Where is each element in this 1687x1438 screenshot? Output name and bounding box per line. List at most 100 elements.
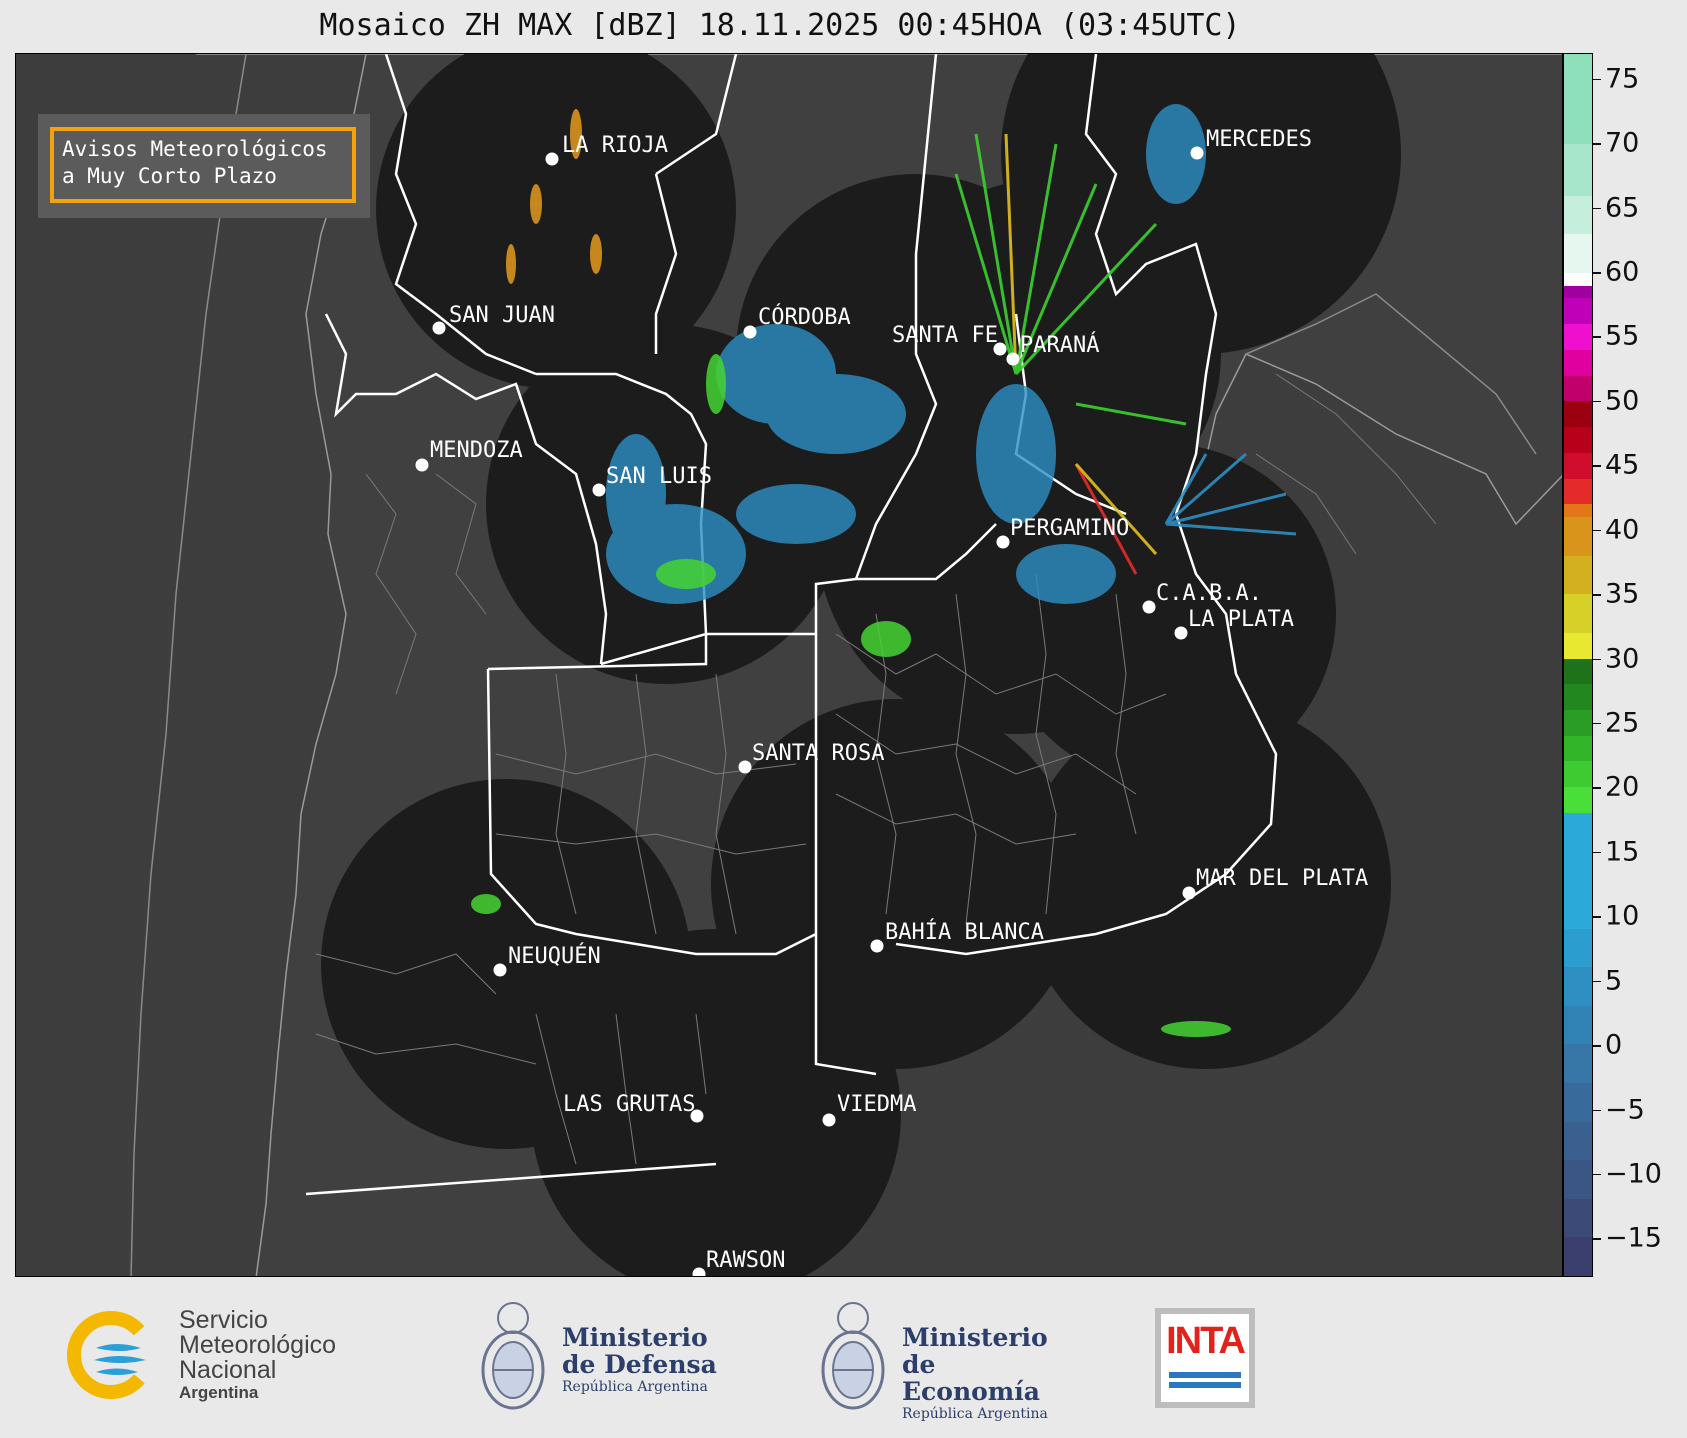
colorbar-segment xyxy=(1564,928,1592,968)
colorbar-segment xyxy=(1564,761,1592,788)
colorbar xyxy=(1563,53,1593,1277)
city-rawson: RAWSON xyxy=(692,1248,785,1276)
colorbar-segment xyxy=(1564,272,1592,286)
smn-line-3: Nacional xyxy=(179,1356,277,1384)
colorbar-segment xyxy=(1564,54,1592,145)
colorbar-segment xyxy=(1564,1237,1592,1276)
colorbar-tick xyxy=(1593,658,1601,661)
colorbar-segment xyxy=(1564,1160,1592,1199)
svg-text:CÓRDOBA: CÓRDOBA xyxy=(758,304,851,330)
colorbar-tick-label: 50 xyxy=(1605,385,1640,417)
colorbar-tick xyxy=(1593,1109,1601,1111)
colorbar-segment xyxy=(1564,658,1592,685)
colorbar-segment xyxy=(1564,632,1592,659)
notice-box: Avisos Meteorológicos a Muy Corto Plazo xyxy=(38,114,370,218)
colorbar-tick-label: 10 xyxy=(1605,900,1640,932)
colorbar-tick-label: −5 xyxy=(1605,1094,1645,1125)
smn-emblem-icon xyxy=(67,1311,155,1399)
colorbar-segment xyxy=(1564,594,1592,633)
economia-line-2: de Economía xyxy=(902,1350,1040,1406)
defensa-line-2: de Defensa xyxy=(562,1350,717,1379)
colorbar-tick-label: 70 xyxy=(1605,127,1640,159)
radar-map-canvas[interactable]: LA RIOJA SAN JUAN CÓRDOBA SANTA FE PARAN… xyxy=(16,54,1563,1277)
colorbar-tick xyxy=(1593,207,1601,210)
colorbar-tick xyxy=(1593,78,1601,81)
colorbar-tick xyxy=(1593,143,1601,145)
colorbar-tick xyxy=(1593,465,1601,467)
colorbar-tick-label: 35 xyxy=(1605,578,1640,610)
colorbar-tick-label: 60 xyxy=(1605,256,1640,288)
map-title: Mosaico ZH MAX [dBZ] 18.11.2025 00:45HOA… xyxy=(319,8,1241,43)
colorbar-tick-label: 25 xyxy=(1605,707,1640,739)
svg-text:SAN LUIS: SAN LUIS xyxy=(606,464,712,489)
colorbar-tick xyxy=(1593,272,1601,274)
colorbar-tick-label: −15 xyxy=(1605,1222,1662,1254)
notice-line-2: a Muy Corto Plazo xyxy=(62,164,277,188)
notice-line-1: Avisos Meteorológicos xyxy=(62,137,328,161)
colorbar-segment xyxy=(1564,478,1592,505)
svg-text:MAR DEL PLATA: MAR DEL PLATA xyxy=(1196,866,1368,891)
inta-label: INTA xyxy=(1166,1320,1246,1362)
svg-text:SAN JUAN: SAN JUAN xyxy=(449,303,555,328)
svg-text:RAWSON: RAWSON xyxy=(706,1248,785,1273)
notice-label: Avisos Meteorológicos a Muy Corto Plazo xyxy=(50,127,356,203)
colorbar-tick xyxy=(1593,400,1601,403)
colorbar-segment xyxy=(1564,1121,1592,1161)
colorbar-tick xyxy=(1593,529,1601,532)
economia-logo: Ministerio de Economía República Argenti… xyxy=(820,1298,1080,1422)
colorbar-tick xyxy=(1593,916,1601,918)
colorbar-tick xyxy=(1593,336,1601,338)
svg-text:LA RIOJA: LA RIOJA xyxy=(562,133,668,158)
defensa-logo: Ministerio de Defensa República Argentin… xyxy=(480,1298,740,1418)
colorbar-tick-label: 75 xyxy=(1605,63,1640,95)
svg-text:LAS GRUTAS: LAS GRUTAS xyxy=(563,1092,695,1117)
colorbar-tick-label: 0 xyxy=(1605,1029,1623,1061)
colorbar-segment xyxy=(1564,1044,1592,1084)
inta-logo: INTA xyxy=(1155,1308,1255,1408)
colorbar-segment xyxy=(1564,375,1592,402)
colorbar-segment xyxy=(1564,195,1592,235)
colorbar-tick-label: 5 xyxy=(1605,965,1623,997)
svg-text:PERGAMINO: PERGAMINO xyxy=(1010,516,1129,541)
colorbar-segment xyxy=(1564,967,1592,1006)
colorbar-tick-label: −10 xyxy=(1605,1158,1662,1190)
colorbar-segment xyxy=(1564,427,1592,453)
colorbar-tick xyxy=(1593,787,1601,789)
colorbar-segment xyxy=(1564,555,1592,595)
colorbar-segment xyxy=(1564,787,1592,813)
colorbar-segment xyxy=(1564,401,1592,428)
colorbar-tick xyxy=(1593,1238,1601,1240)
svg-text:VIEDMA: VIEDMA xyxy=(837,1092,916,1117)
footer-logos: Servicio Meteorológico Nacional Argentin… xyxy=(0,1280,1687,1438)
coat-of-arms-icon xyxy=(481,1302,545,1410)
colorbar-segment xyxy=(1564,144,1592,196)
smn-line-1: Servicio xyxy=(179,1306,268,1334)
radar-map[interactable]: LA RIOJA SAN JUAN CÓRDOBA SANTA FE PARAN… xyxy=(15,53,1563,1277)
colorbar-tick xyxy=(1593,851,1601,854)
colorbar-tick xyxy=(1593,594,1601,596)
colorbar-segment xyxy=(1564,812,1592,929)
svg-text:BAHÍA BLANCA: BAHÍA BLANCA xyxy=(885,919,1044,945)
colorbar-tick-label: 20 xyxy=(1605,771,1640,803)
colorbar-segment xyxy=(1564,684,1592,711)
colorbar-segment xyxy=(1564,298,1592,325)
economia-line-3: República Argentina xyxy=(902,1406,1048,1422)
smn-line-4: Argentina xyxy=(179,1383,259,1402)
colorbar-segment xyxy=(1564,234,1592,273)
colorbar-segment xyxy=(1564,1083,1592,1122)
colorbar-tick-label: 45 xyxy=(1605,449,1640,481)
svg-text:SANTA FE: SANTA FE xyxy=(892,323,998,348)
colorbar-segment xyxy=(1564,517,1592,556)
colorbar-segment xyxy=(1564,452,1592,479)
colorbar-segment xyxy=(1564,1198,1592,1238)
colorbar-tick xyxy=(1593,1173,1601,1176)
colorbar-segment xyxy=(1564,324,1592,350)
colorbar-tick-label: 55 xyxy=(1605,320,1640,352)
svg-text:C.A.B.A.: C.A.B.A. xyxy=(1156,581,1262,606)
colorbar-tick-label: 15 xyxy=(1605,836,1640,868)
colorbar-segment xyxy=(1564,504,1592,518)
svg-text:MENDOZA: MENDOZA xyxy=(430,438,523,463)
svg-text:NEUQUÉN: NEUQUÉN xyxy=(508,943,601,969)
smn-line-2: Meteorológico xyxy=(179,1331,337,1359)
colorbar-segment xyxy=(1564,1005,1592,1045)
